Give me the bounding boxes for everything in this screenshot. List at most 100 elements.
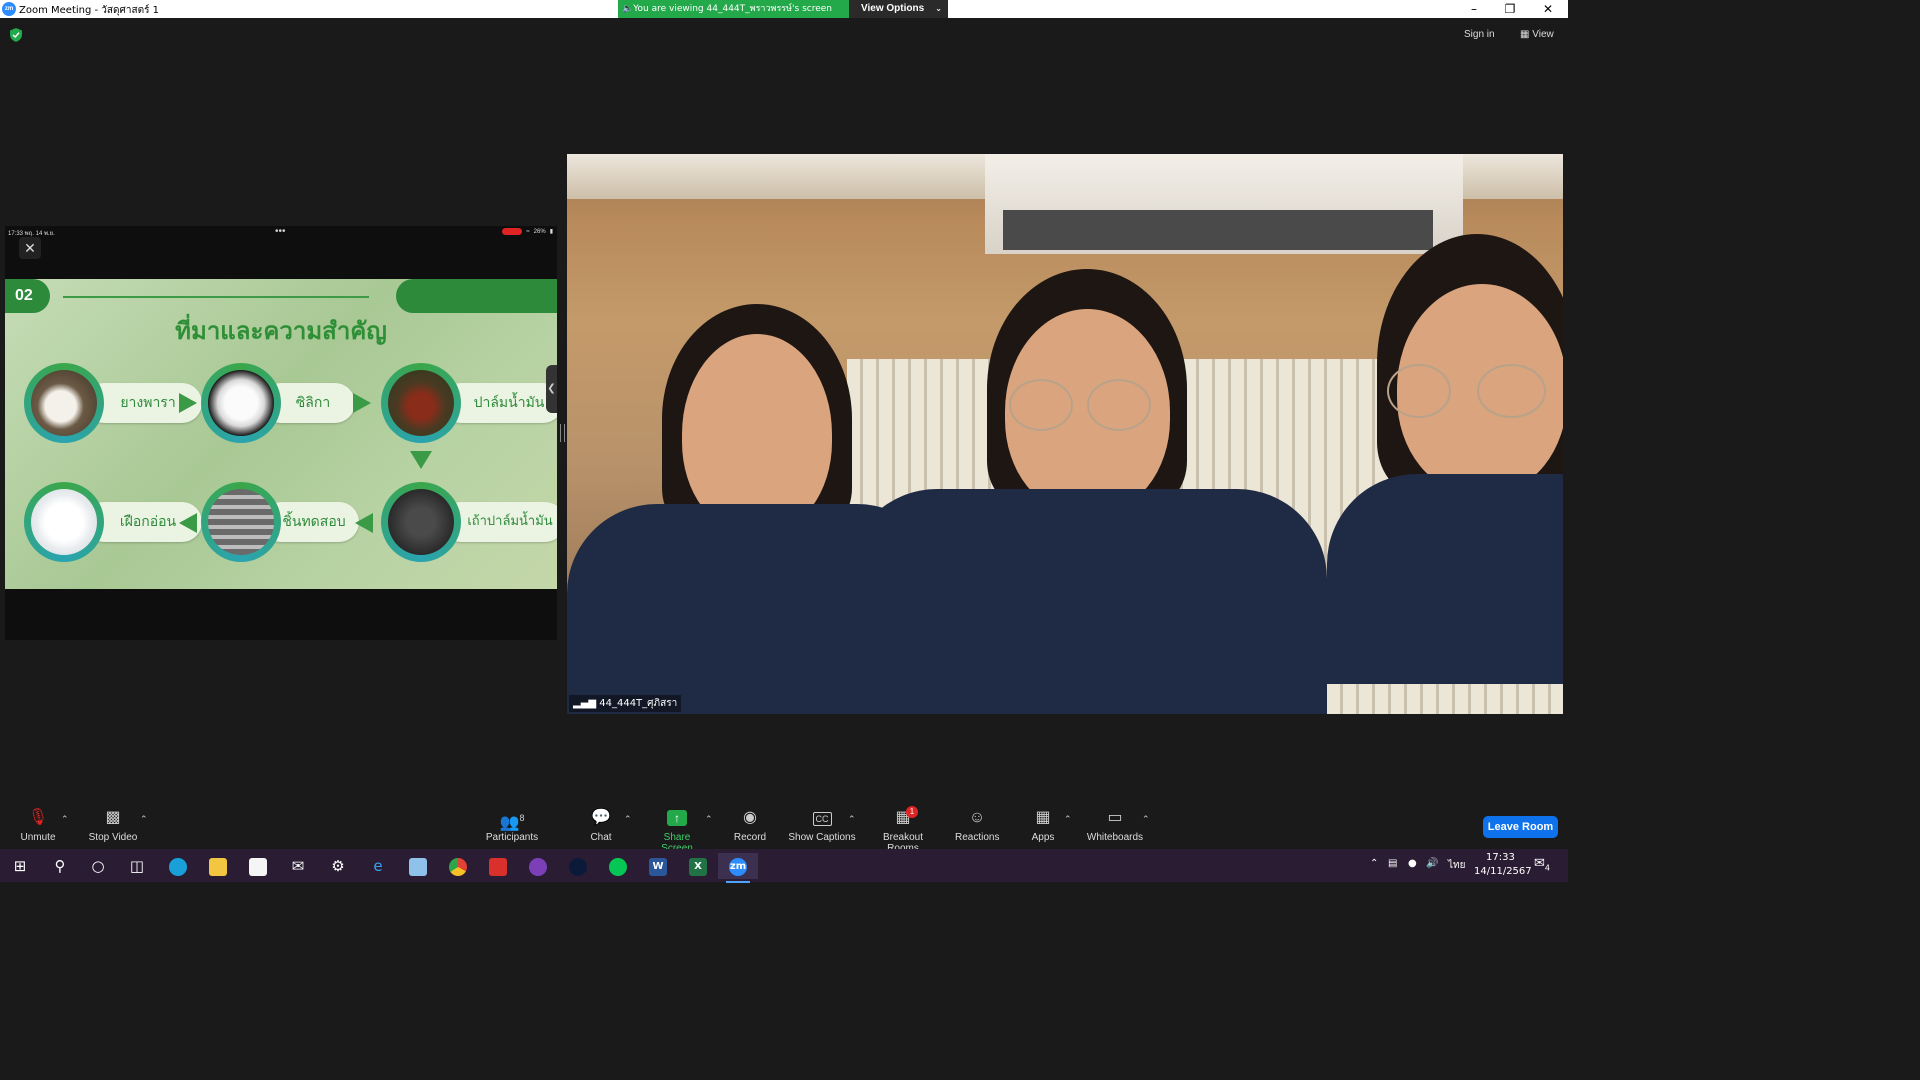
chevron-up-icon[interactable]: ⌃	[624, 814, 632, 825]
chevron-down-icon: ⌄	[935, 4, 942, 13]
silica-image	[201, 363, 281, 443]
show-captions-label: Show Captions	[788, 832, 856, 843]
arrow-left-icon	[355, 513, 373, 533]
acrobat-icon[interactable]	[478, 853, 518, 879]
store-icon[interactable]	[238, 853, 278, 879]
video-camera-icon: ▩	[105, 809, 121, 826]
view-button[interactable]: ▦ View	[1520, 29, 1554, 40]
collapse-panel-button[interactable]: ❮	[546, 365, 557, 413]
restore-button[interactable]: ❐	[1492, 0, 1528, 18]
network-icon[interactable]: ▤	[1388, 858, 1397, 869]
notification-count: 4	[1544, 863, 1550, 873]
webex-icon[interactable]	[558, 853, 598, 879]
search-icon[interactable]: ⚲	[40, 853, 80, 879]
resize-handle[interactable]	[560, 424, 565, 442]
line-app-icon[interactable]	[598, 853, 638, 879]
sign-in-button[interactable]: Sign in	[1464, 29, 1495, 40]
app-icon[interactable]: ⚙	[318, 853, 358, 879]
participant-name-label: ▂▄▆ 44_444T_ศุภิสรา	[569, 695, 682, 712]
air-conditioner-vent	[1003, 210, 1433, 250]
chevron-up-icon[interactable]: ⌃	[61, 814, 69, 825]
slide-divider	[63, 296, 369, 298]
chevron-up-icon[interactable]: ⌃	[1064, 814, 1072, 825]
close-icon[interactable]: ✕	[19, 237, 41, 259]
chevron-up-icon[interactable]: ⌃	[1142, 814, 1150, 825]
view-grid-icon: ▦	[1520, 29, 1533, 40]
chevron-up-tray-icon[interactable]: ⌃	[1370, 858, 1378, 869]
microphone-muted-icon: 🎙	[27, 809, 49, 826]
signal-bars-icon: ▂▄▆	[573, 698, 600, 709]
viewing-text: You are viewing 44_444T_พราวพรรษ์'s scre…	[633, 4, 832, 14]
word-icon[interactable]: W	[638, 853, 678, 879]
chevron-up-icon[interactable]: ⌃	[705, 814, 713, 825]
internet-explorer-icon[interactable]: e	[358, 853, 398, 879]
slide-number: 02	[5, 279, 50, 313]
node-test-piece: ชิ้นทดสอบ	[201, 482, 359, 562]
record-button[interactable]: ◉ Record	[733, 808, 767, 843]
reactions-label: Reactions	[955, 832, 1000, 843]
file-explorer-icon[interactable]	[198, 853, 238, 879]
more-dots-icon: •••	[275, 226, 286, 237]
cortana-icon[interactable]: ○	[78, 853, 118, 879]
whiteboards-label: Whiteboards	[1086, 832, 1144, 843]
clock-time[interactable]: 17:33	[1486, 852, 1515, 863]
shared-screen[interactable]: 17:33 พฤ. 14 พ.ย. ••• ≈ 26% ▮ ✕ 02 ที่มา…	[5, 226, 557, 640]
window-title: Zoom Meeting - วัสดุศาสตร์ 1	[19, 5, 159, 16]
language-indicator[interactable]: ไทย	[1448, 858, 1465, 873]
edge-browser-icon[interactable]	[158, 853, 198, 879]
unmute-label: Unmute	[20, 832, 56, 843]
slide-header-bar	[396, 279, 557, 313]
speaker-icon: 🔈	[622, 4, 634, 14]
unmute-button[interactable]: 🎙 Unmute ⌃	[18, 808, 68, 843]
microphone-icon[interactable]: ●	[1408, 858, 1417, 869]
stop-video-button[interactable]: ▩ Stop Video ⌃	[86, 808, 148, 843]
node-silica: ซิลิกา	[201, 363, 355, 443]
arrow-left-icon	[179, 513, 197, 533]
show-captions-button[interactable]: CC Show Captions ⌃	[788, 808, 856, 843]
windows-taskbar: ⊞ ⚲ ○ ◫ ✉ ⚙ e W X zm	[0, 849, 1568, 883]
record-label: Record	[733, 832, 767, 843]
recording-indicator-icon	[502, 228, 523, 235]
view-options-button[interactable]: View Options ⌄	[849, 0, 948, 18]
close-window-button[interactable]: ✕	[1530, 0, 1566, 18]
notepad-icon[interactable]	[398, 853, 438, 879]
arrow-right-icon	[179, 393, 197, 413]
security-shield-icon[interactable]	[10, 28, 22, 42]
task-view-icon[interactable]: ◫	[117, 853, 157, 879]
apps-label: Apps	[1031, 832, 1055, 843]
captions-cc-icon: CC	[788, 808, 856, 828]
volume-icon[interactable]: 🔊	[1426, 858, 1438, 869]
apps-icon: ▦	[1035, 809, 1051, 826]
splint-image	[24, 482, 104, 562]
viewing-status: 🔈You are viewing 44_444T_พราวพรรษ์'s scr…	[618, 0, 849, 18]
breakout-rooms-icon: ▦ 1	[866, 806, 940, 828]
chevron-up-icon[interactable]: ⌃	[140, 814, 148, 825]
share-screen-button[interactable]: ↑ Share Screen ⌃	[647, 808, 713, 854]
ipad-status-right: ≈ 26% ▮	[502, 228, 553, 235]
chevron-up-icon[interactable]: ⌃	[848, 814, 856, 825]
apps-button[interactable]: ▦ Apps ⌃	[1030, 808, 1072, 843]
reactions-button[interactable]: ☺ Reactions	[955, 808, 999, 843]
pdf-editor-icon[interactable]	[518, 853, 558, 879]
chrome-icon[interactable]	[438, 853, 478, 879]
participants-count: 8	[519, 813, 525, 823]
view-options-label: View Options	[861, 3, 925, 14]
mail-icon[interactable]: ✉	[278, 853, 318, 879]
minimize-button[interactable]: –	[1456, 0, 1492, 18]
whiteboards-button[interactable]: ▭ Whiteboards ⌃	[1086, 808, 1150, 843]
zoom-app-icon: zm	[2, 2, 16, 16]
chat-button[interactable]: 💬 Chat ⌃	[588, 808, 631, 843]
participant-video[interactable]: ▂▄▆ 44_444T_ศุภิสรา	[567, 154, 1563, 714]
palm-ash-image	[381, 482, 461, 562]
view-label: View	[1532, 29, 1554, 40]
participants-button[interactable]: 👥8 Participants	[484, 808, 540, 843]
excel-icon[interactable]: X	[678, 853, 718, 879]
notifications-icon[interactable]: ✉4	[1534, 856, 1550, 873]
clock-date[interactable]: 14/11/2567	[1474, 866, 1532, 877]
node-oil-palm: ปาล์มน้ำมัน	[381, 363, 557, 443]
zoom-taskbar-icon[interactable]: zm	[718, 853, 758, 883]
breakout-rooms-button[interactable]: ▦1 Breakout Rooms	[866, 806, 940, 854]
windows-start-icon[interactable]: ⊞	[0, 853, 40, 879]
chat-label: Chat	[590, 832, 612, 843]
leave-room-button[interactable]: Leave Room	[1483, 816, 1558, 838]
